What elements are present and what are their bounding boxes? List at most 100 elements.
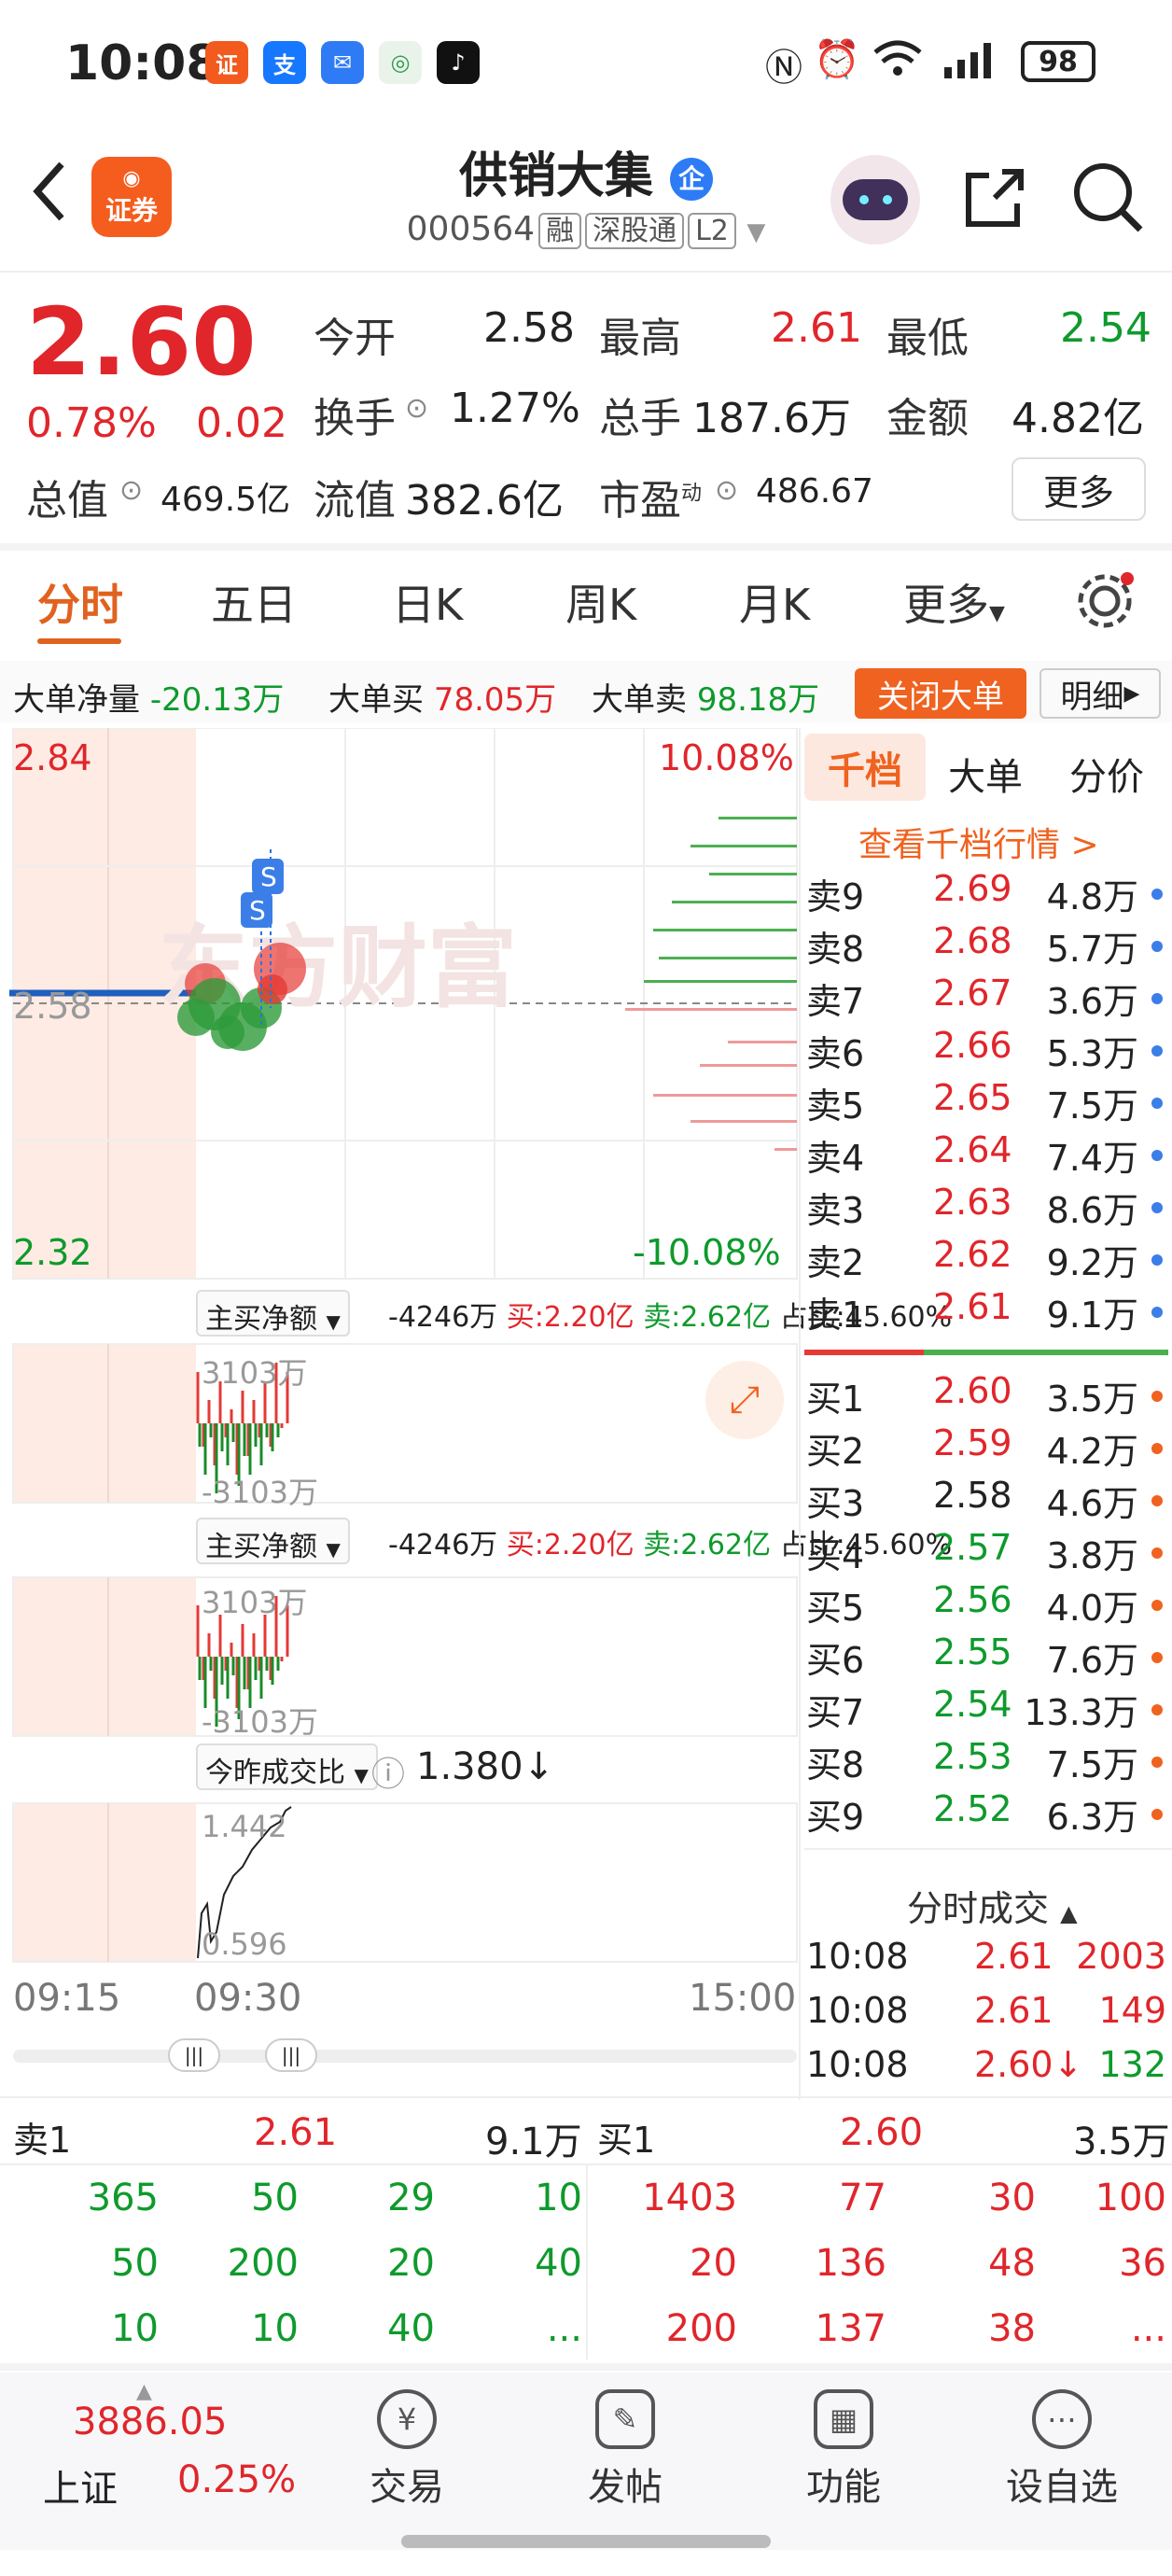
- tab-big-order[interactable]: 大单: [948, 747, 1023, 801]
- help-icon[interactable]: ⓘ: [371, 1747, 405, 1796]
- info-icon[interactable]: ⊙: [119, 474, 143, 507]
- ask-price: 2.61: [933, 1286, 1012, 1327]
- range-handle-left[interactable]: |||: [168, 2038, 220, 2072]
- tab-weekly-k[interactable]: 周K: [565, 571, 636, 633]
- index-name[interactable]: 上证: [43, 2458, 118, 2513]
- alipay-icon: 支: [263, 41, 306, 84]
- nav-function[interactable]: ▦ 功能: [769, 2389, 918, 2511]
- edit-icon: ✎: [595, 2389, 655, 2449]
- open-value: 2.58: [483, 304, 575, 352]
- high-value: 2.61: [771, 304, 862, 352]
- ask-row[interactable]: 卖3 2.63 8.6万: [802, 1182, 1172, 1234]
- bid-price: 2.54: [933, 1684, 1012, 1725]
- trade-price: 2.60↓: [974, 2044, 1083, 2085]
- ask-vol: 7.4万: [1046, 1138, 1138, 1179]
- bid-label: 买4: [806, 1535, 865, 1576]
- bid-row[interactable]: 买1 2.60 3.5万: [802, 1370, 1172, 1422]
- bid-row[interactable]: 买5 2.56 4.0万: [802, 1579, 1172, 1631]
- intraday-chart[interactable]: 东方财富 S S: [0, 728, 802, 1829]
- y-bottom-label: 2.32: [13, 1232, 92, 1273]
- ask-row[interactable]: 卖8 2.68 5.7万: [802, 920, 1172, 973]
- bid-vol: 3.8万: [1046, 1535, 1138, 1576]
- depth-link[interactable]: 查看千档行情 >: [858, 818, 1099, 866]
- bid-row[interactable]: 买8 2.53 7.5万: [802, 1736, 1172, 1788]
- range-handle-right[interactable]: |||: [265, 2038, 317, 2072]
- ask-row[interactable]: 卖5 2.65 7.5万: [802, 1077, 1172, 1129]
- bid-label: 买2: [806, 1431, 865, 1472]
- trades-header[interactable]: 分时成交 ▲: [907, 1880, 1078, 1931]
- low-label: 最低: [886, 315, 969, 362]
- bid-price: 2.52: [933, 1788, 1012, 1829]
- tab-depth[interactable]: 千档: [804, 734, 926, 801]
- tab-price-level[interactable]: 分价: [1069, 747, 1144, 801]
- tab-five-day[interactable]: 五日: [211, 571, 297, 633]
- tab-daily-k[interactable]: 日K: [392, 571, 463, 633]
- bid-row[interactable]: 买3 2.58 4.6万: [802, 1475, 1172, 1527]
- search-icon[interactable]: [1071, 161, 1146, 239]
- last-price: 2.60: [26, 287, 257, 397]
- bid-row[interactable]: 买6 2.55 7.6万: [802, 1631, 1172, 1684]
- ask-queue-item: 40: [387, 2307, 435, 2350]
- low-value: 2.54: [1060, 304, 1151, 352]
- indicator-bottom-2: -3103万: [202, 1704, 318, 1740]
- l2-ask-vol: 9.1万: [485, 2121, 582, 2163]
- bid-price: 2.59: [933, 1422, 1012, 1463]
- bid-row[interactable]: 买7 2.54 13.3万: [802, 1684, 1172, 1736]
- nav-watchlist[interactable]: ⋯ 设自选: [987, 2389, 1137, 2511]
- ask-vol: 4.8万: [1046, 876, 1138, 917]
- nav-post[interactable]: ✎ 发帖: [551, 2389, 700, 2511]
- signal-icon: [942, 39, 1002, 84]
- dot-icon: [1151, 1443, 1163, 1454]
- ask-vol: 5.7万: [1046, 929, 1138, 970]
- bid-row[interactable]: 买2 2.59 4.2万: [802, 1422, 1172, 1475]
- mktcap-value: 469.5亿: [160, 481, 291, 519]
- douyin-icon: ♪: [437, 41, 480, 84]
- ask-row[interactable]: 卖4 2.64 7.4万: [802, 1129, 1172, 1182]
- ask-label: 卖5: [806, 1085, 865, 1127]
- trade-vol: 132: [1098, 2044, 1166, 2085]
- dot-icon: [1151, 889, 1163, 900]
- range-scrollbar[interactable]: [13, 2050, 797, 2063]
- ask-price: 2.62: [933, 1234, 1012, 1275]
- change-percent: 0.78%: [26, 399, 157, 447]
- indicator-select-1[interactable]: 主买净额 ▼: [196, 1290, 350, 1337]
- y-mid-label: 2.58: [13, 986, 92, 1027]
- expand-icon[interactable]: ⤢: [705, 1361, 784, 1439]
- tab-monthly-k[interactable]: 月K: [739, 571, 810, 633]
- volume-ratio-select[interactable]: 今昨成交比 ▼: [196, 1743, 378, 1790]
- ask-row[interactable]: 卖1 2.61 9.1万: [802, 1286, 1172, 1338]
- nav-trade[interactable]: ¥ 交易: [332, 2389, 481, 2511]
- info-icon[interactable]: ⊙: [405, 392, 428, 425]
- nfc-icon: Ⓝ: [765, 47, 802, 90]
- info-icon[interactable]: ⊙: [715, 474, 738, 507]
- share-icon[interactable]: [961, 164, 1028, 235]
- bid-queue-item: 77: [839, 2177, 886, 2219]
- close-big-order-button[interactable]: 关闭大单: [855, 668, 1026, 719]
- settings-icon[interactable]: [1075, 571, 1135, 635]
- index-value[interactable]: 3886.05: [73, 2401, 227, 2443]
- index-pct[interactable]: 0.25%: [177, 2458, 296, 2501]
- ratio-top-label: 1.442: [202, 1809, 287, 1844]
- assistant-avatar[interactable]: [830, 155, 920, 245]
- ask-row[interactable]: 卖2 2.62 9.2万: [802, 1234, 1172, 1286]
- ask-label: 卖4: [806, 1138, 865, 1179]
- ask-row[interactable]: 卖6 2.66 5.3万: [802, 1025, 1172, 1077]
- tab-intraday[interactable]: 分时: [37, 571, 123, 633]
- volume-label: 总手: [599, 395, 681, 442]
- bid-row[interactable]: 买9 2.52 6.3万: [802, 1788, 1172, 1841]
- bid-queue-item: 137: [815, 2307, 886, 2350]
- dot-icon: [1151, 1045, 1163, 1057]
- more-button[interactable]: 更多: [1012, 457, 1146, 521]
- home-indicator[interactable]: [401, 2535, 771, 2548]
- ask-queue-item: 365: [87, 2177, 159, 2219]
- trade-row: 10:08 2.60↓ 132: [802, 2044, 1172, 2096]
- tab-more[interactable]: 更多▼: [903, 571, 1005, 633]
- ask-row[interactable]: 卖9 2.69 4.8万: [802, 868, 1172, 920]
- indicator-select-2[interactable]: 主买净额 ▼: [196, 1518, 350, 1564]
- detail-button[interactable]: 明细 ▶: [1039, 668, 1161, 719]
- change-amount: 0.02: [196, 399, 287, 447]
- bid-row[interactable]: 买4 2.57 3.8万: [802, 1527, 1172, 1579]
- ask-row[interactable]: 卖7 2.67 3.6万: [802, 973, 1172, 1025]
- bid-queue-item: 1403: [642, 2177, 737, 2219]
- alarm-icon: ⏰: [814, 38, 860, 81]
